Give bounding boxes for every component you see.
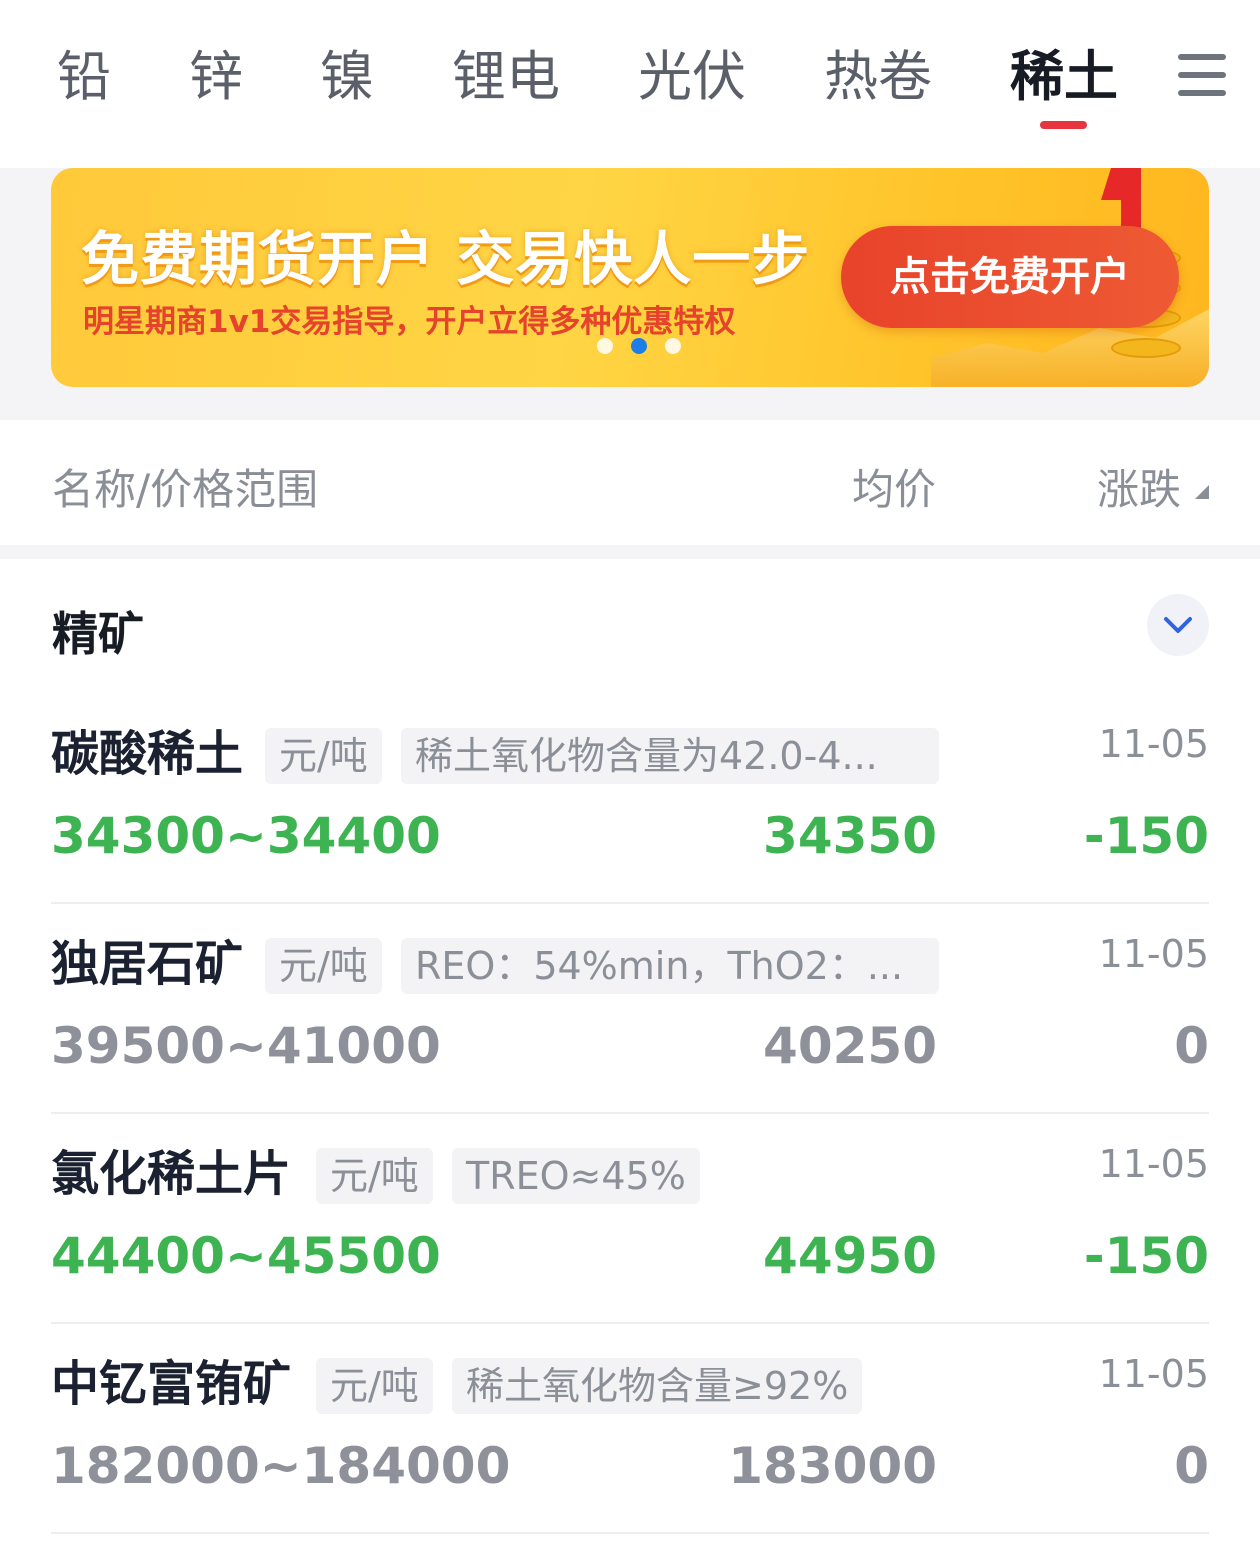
sort-icon[interactable]: [1195, 485, 1209, 499]
product-name: 独居石矿: [51, 936, 244, 992]
carousel-dot-active[interactable]: [631, 338, 647, 354]
price-change: 0: [1174, 1437, 1209, 1495]
product-name: 氯化稀土片: [51, 1146, 292, 1202]
tab-zinc[interactable]: 锌: [189, 42, 243, 112]
price-change: -150: [1083, 1227, 1209, 1285]
unit-tag: 元/吨: [316, 1358, 433, 1414]
section-title: 精矿: [52, 607, 144, 661]
column-avg-price[interactable]: 均价: [852, 456, 936, 517]
avg-price: 34350: [763, 807, 937, 865]
price-row[interactable]: 中钇富铕矿 元/吨 稀土氧化物含量≥92% 11-05 182000~18400…: [51, 1324, 1209, 1534]
unit-tag: 元/吨: [265, 938, 382, 994]
banner-title: 免费期货开户 交易快人一步: [81, 225, 811, 293]
column-name-range: 名称/价格范围: [52, 465, 319, 514]
price-range: 44400~45500: [51, 1227, 441, 1285]
price-date: 11-05: [1098, 722, 1209, 766]
product-name: 中钇富铕矿: [51, 1356, 292, 1412]
spec-tag: TREO≈45%: [452, 1148, 700, 1204]
unit-tag: 元/吨: [316, 1148, 433, 1204]
spec-tag: 稀土氧化物含量为42.0-4...: [401, 728, 939, 784]
divider: [0, 545, 1260, 559]
carousel-dot[interactable]: [597, 338, 613, 354]
column-header: 名称/价格范围 均价 涨跌: [0, 420, 1260, 545]
price-date: 11-05: [1098, 932, 1209, 976]
price-row[interactable]: 碳酸稀土 元/吨 稀土氧化物含量为42.0-4... 11-05 34300~3…: [51, 694, 1209, 904]
unit-tag: 元/吨: [265, 728, 382, 784]
price-date: 11-05: [1098, 1352, 1209, 1396]
tab-hot-rolled-coil[interactable]: 热卷: [824, 42, 932, 112]
column-change[interactable]: 涨跌: [1097, 456, 1181, 517]
product-name: 碳酸稀土: [51, 726, 244, 782]
price-change: 0: [1174, 1017, 1209, 1075]
category-tab-bar: 铅 锌 镍 锂电 光伏 热卷 稀土: [0, 0, 1260, 168]
avg-price: 183000: [728, 1437, 937, 1495]
chevron-down-icon: [1164, 617, 1192, 633]
collapse-button[interactable]: [1147, 594, 1209, 656]
active-tab-indicator: [1040, 121, 1087, 129]
spec-tag: 稀土氧化物含量≥92%: [452, 1358, 863, 1414]
avg-price: 44950: [763, 1227, 937, 1285]
avg-price: 40250: [763, 1017, 937, 1075]
banner-subtitle: 明星期商1v1交易指导，开户立得多种优惠特权: [83, 304, 736, 340]
tab-nickel[interactable]: 镍: [320, 42, 374, 112]
price-range: 39500~41000: [51, 1017, 441, 1075]
tab-lithium-battery[interactable]: 锂电: [452, 42, 560, 112]
price-range: 182000~184000: [51, 1437, 511, 1495]
price-range: 34300~34400: [51, 807, 441, 865]
price-row[interactable]: 独居石矿 元/吨 REO：54%min，ThO2：... 11-05 39500…: [51, 904, 1209, 1114]
price-change: -150: [1083, 807, 1209, 865]
price-date: 11-05: [1098, 1142, 1209, 1186]
banner-area: 免费期货开户 交易快人一步 明星期商1v1交易指导，开户立得多种优惠特权 点击免…: [0, 168, 1260, 420]
carousel-indicator: [597, 338, 681, 354]
spec-tag: REO：54%min，ThO2：...: [401, 938, 939, 994]
tab-photovoltaic[interactable]: 光伏: [638, 42, 746, 112]
carousel-dot[interactable]: [665, 338, 681, 354]
menu-icon[interactable]: [1178, 54, 1226, 96]
promo-banner[interactable]: 免费期货开户 交易快人一步 明星期商1v1交易指导，开户立得多种优惠特权 点击免…: [51, 168, 1209, 387]
tab-rare-earth[interactable]: 稀土: [1010, 42, 1118, 112]
open-account-button[interactable]: 点击免费开户: [841, 226, 1179, 328]
price-row[interactable]: 氯化稀土片 元/吨 TREO≈45% 11-05 44400~45500 449…: [51, 1114, 1209, 1324]
tab-lead[interactable]: 铅: [57, 42, 111, 112]
